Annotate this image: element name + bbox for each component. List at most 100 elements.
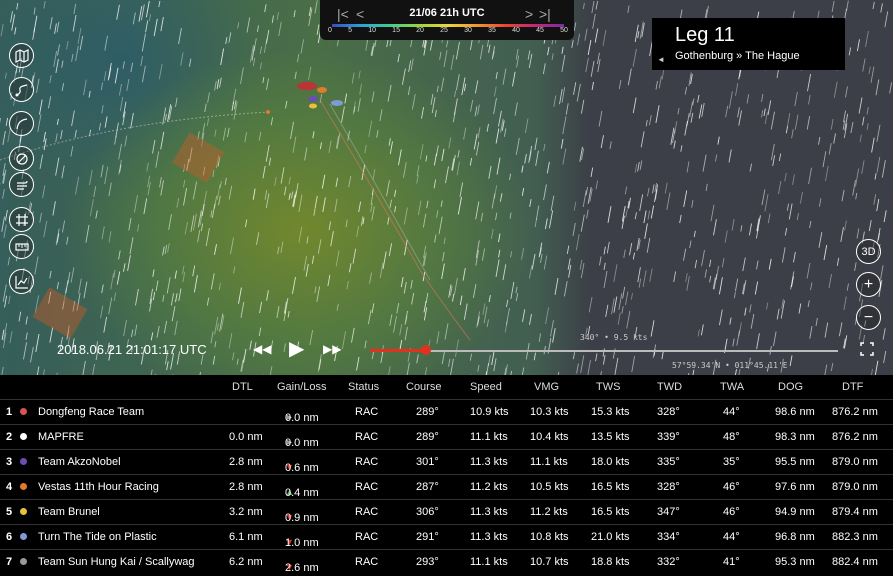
team-name[interactable]: Team AkzoNobel	[38, 456, 121, 468]
boat-marker-vestas[interactable]	[317, 87, 327, 93]
zoom-out-button[interactable]: −	[856, 305, 881, 330]
dtf-cell: 879.0 nm	[832, 456, 878, 468]
status-cell: RAC	[355, 456, 379, 468]
dog-cell: 98.6 nm	[775, 406, 815, 418]
column-header[interactable]: TWS	[596, 381, 620, 393]
route-icon[interactable]	[9, 77, 34, 102]
tws-cell: 16.5 kts	[591, 506, 630, 518]
step-forward-button[interactable]: >	[525, 6, 533, 22]
fast-forward-button[interactable]: ▶▶	[323, 342, 341, 356]
dtl-cell: 0.0 nm	[229, 431, 263, 443]
play-button[interactable]: ▶	[289, 336, 304, 361]
table-row[interactable]: 7 Team Sun Hung Kai / Scallywag 6.2 nm ▼ 2.6…	[0, 549, 893, 574]
gain-loss-value: 0.4 nm	[285, 487, 319, 499]
boat-marker-brunel[interactable]	[309, 103, 317, 109]
wind-scale-tick: 30	[464, 27, 472, 34]
rewind-button[interactable]: ◀◀	[253, 342, 271, 356]
vmg-cell: 10.8 kts	[530, 531, 569, 543]
speed-cell: 11.1 kts	[470, 556, 508, 568]
course-cell: 301°	[416, 456, 439, 468]
course-cell: 306°	[416, 506, 439, 518]
tws-cell: 16.5 kts	[591, 481, 630, 493]
boat-marker-turn-the-tide[interactable]	[331, 100, 343, 106]
dog-cell: 97.6 nm	[775, 481, 815, 493]
leg-title: Leg 11	[675, 24, 735, 46]
wind-layer-icon[interactable]	[9, 172, 34, 197]
twa-cell: 46°	[723, 506, 740, 518]
leaderboard-header: DTL Gain/Loss Status Course Speed VMG TWS TWD TW…	[0, 375, 893, 399]
team-color-dot	[20, 433, 27, 440]
status-cell: RAC	[355, 406, 379, 418]
playback-track[interactable]	[370, 350, 838, 352]
column-header[interactable]: Speed	[470, 381, 502, 393]
twa-cell: 48°	[723, 431, 740, 443]
team-name[interactable]: Turn The Tide on Plastic	[38, 531, 157, 543]
table-row[interactable]: 1 Dongfeng Race Team ► 0.0 nm RAC 289° 10.9 kt…	[0, 399, 893, 424]
twa-cell: 46°	[723, 481, 740, 493]
column-header[interactable]: TWA	[720, 381, 744, 393]
team-color-dot	[20, 558, 27, 565]
table-row[interactable]: 2 MAPFRE 0.0 nm ► 0.0 nm RAC 289° 11.1 kts 10.4 …	[0, 424, 893, 449]
course-line-icon[interactable]	[9, 111, 34, 136]
speed-cell: 11.1 kts	[470, 431, 508, 443]
zoom-in-button[interactable]: +	[856, 272, 881, 297]
fullscreen-icon[interactable]	[860, 342, 874, 359]
column-header[interactable]: DOG	[778, 381, 803, 393]
race-tracker: |< < 21/06 21h UTC > >| 0 5 10 15 20 25 30 35 40…	[0, 0, 893, 576]
scale-ruler-icon[interactable]	[9, 234, 34, 259]
dog-cell: 96.8 nm	[775, 531, 815, 543]
leaderboard: DTL Gain/Loss Status Course Speed VMG TWS TWD TW…	[0, 375, 893, 576]
wind-map[interactable]: |< < 21/06 21h UTC > >| 0 5 10 15 20 25 30 35 40…	[0, 0, 893, 375]
collapse-arrow-icon[interactable]: ◄	[657, 55, 665, 64]
twd-cell: 328°	[657, 406, 680, 418]
timeline-bar: |< < 21/06 21h UTC > >| 0 5 10 15 20 25 30 35 40…	[320, 0, 574, 40]
column-header[interactable]: Course	[406, 381, 441, 393]
grid-icon[interactable]	[9, 207, 34, 232]
course-cell: 289°	[416, 406, 439, 418]
view-3d-button[interactable]: 3D	[856, 239, 881, 264]
stats-chart-icon[interactable]	[9, 269, 34, 294]
table-row[interactable]: 3 Team AkzoNobel 2.8 nm ▼ 0.6 nm RAC 301° 11.3 …	[0, 449, 893, 474]
exclusion-zone	[172, 132, 225, 183]
wind-scale-tick: 20	[416, 27, 424, 34]
exclusion-zone-icon[interactable]	[9, 146, 34, 171]
dtf-cell: 879.0 nm	[832, 481, 878, 493]
column-header[interactable]: Status	[348, 381, 379, 393]
column-header[interactable]: VMG	[534, 381, 559, 393]
boat-marker-akzonobel[interactable]	[308, 96, 318, 102]
gain-loss-value: 0.9 nm	[285, 512, 319, 524]
team-name[interactable]: MAPFRE	[38, 431, 84, 443]
team-name[interactable]: Team Sun Hung Kai / Scallywag	[38, 556, 195, 568]
twd-cell: 335°	[657, 456, 680, 468]
column-header[interactable]: TWD	[657, 381, 682, 393]
team-name[interactable]: Dongfeng Race Team	[38, 406, 144, 418]
table-row[interactable]: 5 Team Brunel 3.2 nm ▼ 0.9 nm RAC 306° 11.3 kts…	[0, 499, 893, 524]
course-cell: 293°	[416, 556, 439, 568]
course-cell: 291°	[416, 531, 439, 543]
team-color-dot	[20, 458, 27, 465]
tws-cell: 13.5 kts	[591, 431, 630, 443]
dtl-cell: 2.8 nm	[229, 481, 263, 493]
boat-marker-dongfeng[interactable]	[297, 82, 317, 90]
column-header[interactable]: Gain/Loss	[277, 381, 327, 393]
gain-loss-value: 0.6 nm	[285, 462, 319, 474]
status-cell: RAC	[355, 506, 379, 518]
wind-scale-tick: 5	[348, 27, 352, 34]
twd-cell: 332°	[657, 556, 680, 568]
dtf-cell: 879.4 nm	[832, 506, 878, 518]
team-name[interactable]: Vestas 11th Hour Racing	[38, 481, 159, 493]
skip-end-button[interactable]: >|	[539, 6, 551, 22]
column-header[interactable]: DTL	[232, 381, 253, 393]
dog-cell: 95.3 nm	[775, 556, 815, 568]
team-name[interactable]: Team Brunel	[38, 506, 100, 518]
table-row[interactable]: 6 Turn The Tide on Plastic 6.1 nm ▼ 1.0 nm RA…	[0, 524, 893, 549]
playback-timestamp: 2018.06.21 21:01:17 UTC	[57, 342, 207, 357]
wind-scale-tick: 15	[392, 27, 400, 34]
column-header[interactable]: DTF	[842, 381, 863, 393]
wind-scale-tick: 45	[536, 27, 544, 34]
team-color-dot	[20, 483, 27, 490]
team-color-dot	[20, 508, 27, 515]
map-layers-icon[interactable]	[9, 43, 34, 68]
twa-cell: 44°	[723, 406, 740, 418]
table-row[interactable]: 4 Vestas 11th Hour Racing 2.8 nm ▲ 0.4 nm RAC…	[0, 474, 893, 499]
